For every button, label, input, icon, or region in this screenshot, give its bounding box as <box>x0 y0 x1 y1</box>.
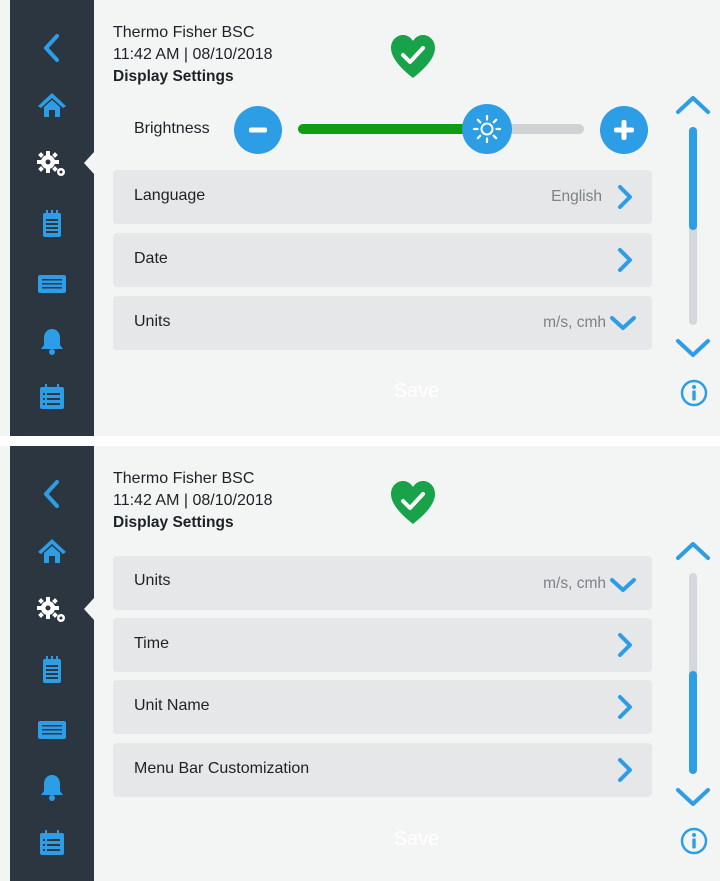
scroll-up-icon[interactable] <box>672 90 714 120</box>
date-time: 11:42 AM | 08/10/2018 <box>113 46 273 63</box>
chevron-right-icon <box>618 695 632 719</box>
settings-row-unit-name[interactable]: Unit Name <box>113 680 652 734</box>
sidebar <box>10 0 94 436</box>
heart-check-icon <box>391 35 435 78</box>
scrollbar-track[interactable] <box>689 573 697 774</box>
row-label: Units <box>134 313 171 330</box>
home-icon[interactable] <box>36 89 68 121</box>
settings-row-units[interactable]: Units m/s, cmh <box>113 296 652 350</box>
active-indicator <box>84 152 94 174</box>
settings-row-language[interactable]: Language English <box>113 170 652 224</box>
scrollbar-thumb[interactable] <box>689 671 697 774</box>
bell-icon[interactable] <box>36 771 68 803</box>
info-icon[interactable] <box>679 378 709 408</box>
settings-row-time[interactable]: Time <box>113 618 652 672</box>
chevron-right-icon <box>618 185 632 209</box>
row-label: Time <box>134 635 169 652</box>
brightness-decrease-button[interactable] <box>234 106 282 154</box>
home-icon[interactable] <box>36 535 68 567</box>
row-value: m/s, cmh <box>543 314 606 331</box>
row-label: Units <box>134 572 171 589</box>
active-indicator <box>84 598 94 620</box>
save-button[interactable]: Save <box>113 380 720 403</box>
minus-icon <box>249 127 267 133</box>
header: Thermo Fisher BSC 11:42 AM | 08/10/2018 … <box>113 22 273 88</box>
calendar-list-icon[interactable] <box>36 381 68 413</box>
page-title: Display Settings <box>113 68 234 85</box>
header: Thermo Fisher BSC 11:42 AM | 08/10/2018 … <box>113 468 273 534</box>
notepad-icon[interactable] <box>36 654 68 686</box>
notepad-icon[interactable] <box>36 208 68 240</box>
page-title: Display Settings <box>113 514 234 531</box>
brightness-fill <box>298 124 487 134</box>
scroll-up-icon[interactable] <box>672 536 714 566</box>
brightness-increase-button[interactable] <box>600 106 648 154</box>
calendar-list-icon[interactable] <box>36 827 68 859</box>
filter-panel-icon[interactable] <box>36 714 68 746</box>
scrollbar-thumb[interactable] <box>689 127 697 230</box>
sun-icon <box>472 114 501 144</box>
info-icon[interactable] <box>679 826 709 856</box>
row-label: Unit Name <box>134 697 210 714</box>
scroll-down-icon[interactable] <box>672 782 714 812</box>
device-name: Thermo Fisher BSC <box>113 24 255 41</box>
back-arrow-icon[interactable] <box>36 478 68 510</box>
display-settings-screen-1: Thermo Fisher BSC 11:42 AM | 08/10/2018 … <box>0 0 720 436</box>
chevron-down-icon <box>610 578 636 592</box>
brightness-slider-thumb[interactable] <box>461 104 512 154</box>
back-arrow-icon[interactable] <box>36 32 68 64</box>
settings-row-units[interactable]: Units m/s, cmh <box>113 556 652 610</box>
settings-row-date[interactable]: Date <box>113 233 652 287</box>
chevron-right-icon <box>618 248 632 272</box>
gears-icon[interactable] <box>36 594 68 626</box>
heart-check-icon <box>391 481 435 524</box>
save-button[interactable]: Save <box>113 828 720 851</box>
display-settings-screen-2: Thermo Fisher BSC 11:42 AM | 08/10/2018 … <box>0 446 720 881</box>
settings-row-menu-bar-customization[interactable]: Menu Bar Customization <box>113 743 652 797</box>
sidebar <box>10 446 94 881</box>
plus-icon <box>614 120 634 140</box>
gears-icon[interactable] <box>36 148 68 180</box>
row-value: English <box>551 188 602 205</box>
brightness-label: Brightness <box>134 120 210 137</box>
filter-panel-icon[interactable] <box>36 268 68 300</box>
scroll-down-icon[interactable] <box>672 333 714 363</box>
row-label: Date <box>134 250 168 267</box>
date-time: 11:42 AM | 08/10/2018 <box>113 492 273 509</box>
row-value: m/s, cmh <box>543 575 606 592</box>
bell-icon[interactable] <box>36 325 68 357</box>
scrollbar-track[interactable] <box>689 127 697 325</box>
row-label: Menu Bar Customization <box>134 760 310 777</box>
chevron-right-icon <box>618 633 632 657</box>
row-label: Language <box>134 187 206 204</box>
chevron-right-icon <box>618 758 632 782</box>
device-name: Thermo Fisher BSC <box>113 470 255 487</box>
chevron-down-icon <box>610 316 636 330</box>
